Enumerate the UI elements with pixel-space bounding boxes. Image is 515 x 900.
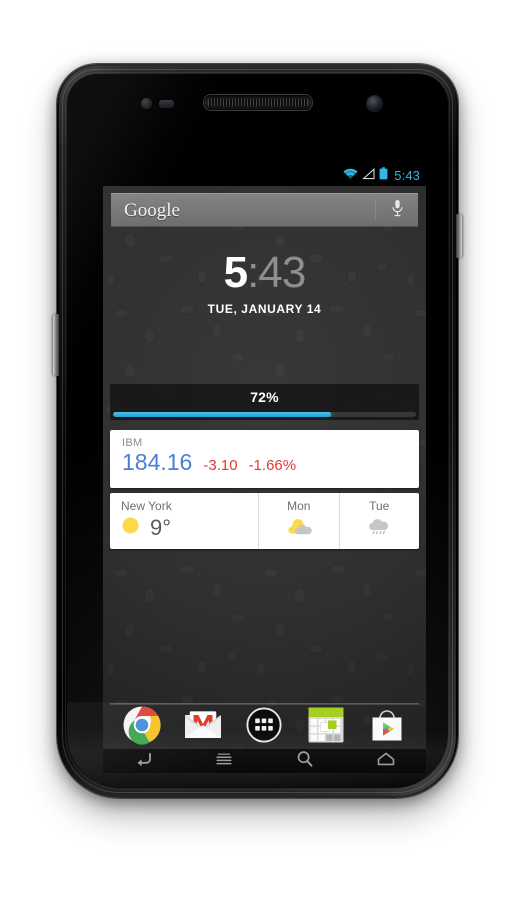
status-bar[interactable]: 5:43: [103, 165, 426, 186]
weather-temperature: 9°: [150, 515, 172, 541]
voice-search-button[interactable]: [376, 194, 418, 226]
weather-current-conditions: New York 9°: [110, 493, 258, 549]
google-search-bar[interactable]: Google: [111, 193, 418, 227]
front-camera-icon: [367, 96, 382, 111]
sun-icon: [121, 516, 140, 540]
forecast-day-label: Mon: [287, 499, 311, 513]
android-smartphone: 5:43 Google 5:43 TUE, JANUARY 14 72% IBM…: [53, 64, 462, 798]
stock-values-row: 184.16 -3.10 -1.66%: [122, 451, 407, 474]
weather-now-row: 9°: [121, 516, 258, 540]
phone-front-face: 5:43 Google 5:43 TUE, JANUARY 14 72% IBM…: [67, 74, 448, 788]
earpiece-grille: [207, 99, 308, 106]
progress-label: 72%: [250, 389, 279, 405]
app-drawer-icon: [245, 706, 283, 749]
light-sensor-icon: [159, 100, 174, 108]
weather-forecast-day-0: Mon: [258, 493, 339, 549]
dock: [103, 705, 426, 749]
forecast-day-label: Tue: [369, 499, 390, 513]
weather-forecast-day-1: Tue: [338, 493, 420, 549]
phone-screen[interactable]: 5:43 Google 5:43 TUE, JANUARY 14 72% IBM…: [103, 165, 426, 773]
clock-widget[interactable]: 5:43 TUE, JANUARY 14: [103, 251, 426, 317]
home-icon: [376, 751, 396, 772]
signal-icon: [362, 167, 375, 185]
weather-widget[interactable]: New York 9° Mon Tue: [110, 493, 419, 549]
earpiece-speaker: [203, 95, 312, 110]
battery-icon: [379, 166, 388, 185]
dock-item-gmail[interactable]: [182, 706, 224, 748]
dock-item-play-store[interactable]: [366, 706, 408, 748]
progress-widget[interactable]: 72%: [110, 384, 419, 420]
nav-menu-button[interactable]: [201, 749, 247, 773]
stock-widget[interactable]: IBM 184.16 -3.10 -1.66%: [110, 430, 419, 488]
chrome-icon: [122, 705, 162, 750]
calendar-icon: [307, 706, 345, 749]
play-store-icon: [368, 706, 406, 749]
progress-track[interactable]: [113, 412, 416, 417]
dock-item-app-drawer[interactable]: [243, 706, 285, 748]
clock-time: 5:43: [103, 251, 426, 295]
volume-rocker-button[interactable]: [53, 314, 59, 376]
wifi-icon: [343, 167, 358, 185]
progress-fill: [113, 412, 332, 417]
stock-change-percent: -1.66%: [248, 457, 297, 475]
stock-symbol: IBM: [122, 437, 143, 449]
stock-price: 184.16: [122, 449, 193, 476]
clock-minute: :43: [247, 248, 306, 297]
menu-lines-icon: [214, 752, 234, 771]
navigation-bar: [103, 749, 426, 773]
power-button[interactable]: [456, 214, 462, 258]
sun-behind-cloud-icon: [286, 517, 312, 541]
google-logo: Google: [124, 199, 180, 221]
nav-search-button[interactable]: [282, 749, 328, 773]
dock-item-chrome[interactable]: [121, 706, 163, 748]
stock-change: -3.10: [203, 457, 238, 475]
gmail-icon: [183, 709, 223, 746]
clock-hour: 5: [223, 248, 249, 297]
proximity-sensor-icon: [141, 98, 152, 109]
top-bezel: [67, 74, 448, 130]
clock-date: TUE, JANUARY 14: [207, 302, 322, 316]
nav-back-button[interactable]: [120, 749, 166, 773]
rain-cloud-icon: [366, 517, 392, 541]
dock-item-calendar[interactable]: [305, 706, 347, 748]
nav-home-button[interactable]: [363, 749, 409, 773]
search-magnifier-icon: [296, 750, 314, 773]
status-bar-clock: 5:43: [394, 168, 420, 183]
weather-city: New York: [121, 499, 172, 513]
microphone-icon: [391, 199, 404, 222]
back-arrow-icon: [133, 751, 153, 772]
